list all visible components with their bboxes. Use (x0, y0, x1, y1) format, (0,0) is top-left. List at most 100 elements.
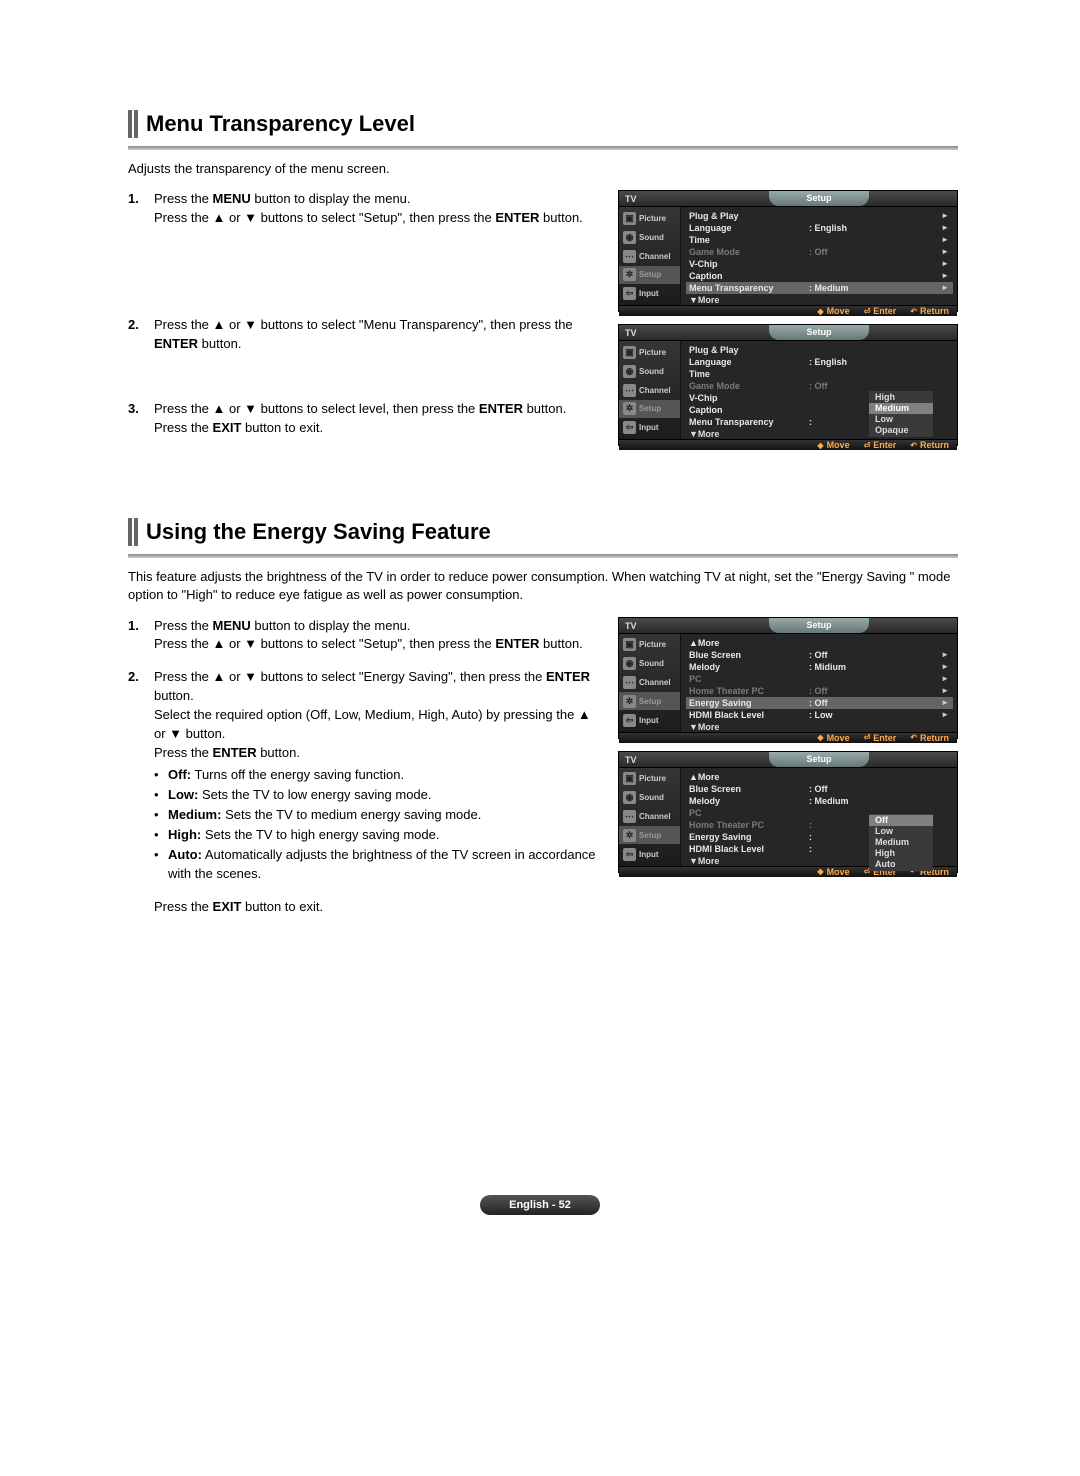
osd-option: Medium (869, 837, 933, 848)
osd-row: Melody: Medium (689, 795, 953, 807)
steps-list: 1.Press the MENU button to display the m… (128, 190, 604, 438)
osd-sidebar: ▣Picture◉Sound⋯Channel✲Setup⇦Input (619, 207, 681, 305)
osd-dropdown: HighMediumLowOpaque (869, 391, 933, 437)
title-bars-icon (128, 110, 138, 138)
chevron-right-icon: ► (941, 234, 949, 246)
osd-screenshot-3: TVSetup▣Picture◉Sound⋯Channel✲Setup⇦Inpu… (618, 617, 958, 739)
enter-icon: ⏎ (864, 733, 871, 742)
osd-row: Time (689, 368, 953, 380)
osd-side-icon: ▣ (623, 346, 636, 359)
step-number: 2. (128, 668, 154, 916)
osd-side-item: ⋯Channel (619, 674, 680, 692)
osd-more: ▼More (689, 722, 953, 732)
osd-side-icon: ▣ (623, 772, 636, 785)
osd-option: High (869, 848, 933, 859)
osd-side-item: ◉Sound (619, 228, 680, 246)
osd-side-item: ⋯Channel (619, 381, 680, 399)
osd-row: Game Mode: Off► (689, 246, 953, 258)
osd-row: Menu Transparency: Medium► (686, 282, 953, 294)
osd-row: Language: English► (689, 222, 953, 234)
section-description: This feature adjusts the brightness of t… (128, 568, 958, 604)
modes-list: Off: Turns off the energy saving functio… (154, 766, 604, 883)
osd-more: ▼More (689, 295, 953, 305)
return-icon: ↶ (910, 733, 917, 742)
osd-option: Off (869, 815, 933, 826)
chevron-right-icon: ► (941, 661, 949, 673)
osd-main: Plug & Play►Language: English►Time►Game … (681, 207, 957, 305)
step-text: Press the ▲ or ▼ buttons to select "Menu… (154, 316, 604, 386)
osd-row: Plug & Play (689, 344, 953, 356)
section-description: Adjusts the transparency of the menu scr… (128, 160, 958, 178)
osd-row: Caption► (689, 270, 953, 282)
osd-sidebar: ▣Picture◉Sound⋯Channel✲Setup⇦Input (619, 341, 681, 439)
updown-icon: ◆ (817, 441, 823, 450)
title-underline (128, 146, 958, 150)
mode-item: High: Sets the TV to high energy saving … (154, 826, 604, 845)
chevron-right-icon: ► (941, 210, 949, 222)
osd-side-icon: ⇦ (623, 848, 636, 861)
osd-side-item: ◉Sound (619, 362, 680, 380)
osd-footer: ◆Move⏎Enter↶Return (619, 732, 957, 743)
step-text: Press the ▲ or ▼ buttons to select level… (154, 400, 604, 438)
osd-side-icon: ⋯ (623, 384, 636, 397)
step-text: Press the MENU button to display the men… (154, 190, 604, 302)
osd-row: Language: English (689, 356, 953, 368)
chevron-right-icon: ► (941, 222, 949, 234)
step-number: 2. (128, 316, 154, 386)
osd-side-item: ▣Picture (619, 770, 680, 788)
return-icon: ↶ (910, 307, 917, 316)
osd-side-item: ▣Picture (619, 344, 680, 362)
osd-row: Energy Saving: Off► (686, 697, 953, 709)
osd-row: V-Chip► (689, 258, 953, 270)
enter-icon: ⏎ (864, 307, 871, 316)
mode-item: Low: Sets the TV to low energy saving mo… (154, 786, 604, 805)
osd-tv-label: TV (619, 618, 681, 633)
osd-side-item: ⇦Input (619, 845, 680, 863)
osd-option: Medium (869, 403, 933, 414)
osd-tab: Setup (769, 752, 869, 767)
osd-option: Opaque (869, 425, 933, 436)
section-title-transparency: Menu Transparency Level (128, 110, 958, 138)
osd-side-item: ◉Sound (619, 655, 680, 673)
updown-icon: ◆ (817, 307, 823, 316)
mode-item: Off: Turns off the energy saving functio… (154, 766, 604, 785)
enter-icon: ⏎ (864, 441, 871, 450)
chevron-right-icon: ► (941, 270, 949, 282)
osd-side-icon: ◉ (623, 231, 636, 244)
osd-side-icon: ✲ (623, 402, 636, 415)
osd-row: Blue Screen: Off (689, 783, 953, 795)
osd-side-item: ⋯Channel (619, 808, 680, 826)
osd-footer: ◆Move⏎Enter↶Return (619, 305, 957, 316)
mode-item: Auto: Automatically adjusts the brightne… (154, 846, 604, 884)
osd-side-icon: ⋯ (623, 676, 636, 689)
step-text: Press the MENU button to display the men… (154, 617, 604, 655)
osd-side-icon: ✲ (623, 695, 636, 708)
chevron-right-icon: ► (941, 697, 949, 709)
osd-side-icon: ⋯ (623, 250, 636, 263)
osd-option: High (869, 392, 933, 403)
osd-side-icon: ◉ (623, 365, 636, 378)
page-footer: English - 52 (0, 1195, 1080, 1215)
exit-instruction: Press the EXIT button to exit. (154, 898, 604, 917)
osd-side-icon: ✲ (623, 268, 636, 281)
mode-item: Medium: Sets the TV to medium energy sav… (154, 806, 604, 825)
osd-side-icon: ⇦ (623, 287, 636, 300)
osd-side-icon: ◉ (623, 791, 636, 804)
osd-side-item: ⇦Input (619, 419, 680, 437)
osd-footer: ◆Move⏎Enter↶Return (619, 439, 957, 450)
osd-side-icon: ⇦ (623, 714, 636, 727)
osd-row: Blue Screen: Off► (689, 649, 953, 661)
osd-main: Plug & PlayLanguage: EnglishTimeGame Mod… (681, 341, 957, 439)
osd-row: Time► (689, 234, 953, 246)
updown-icon: ◆ (817, 867, 823, 876)
osd-side-icon: ◉ (623, 657, 636, 670)
osd-side-icon: ⋯ (623, 810, 636, 823)
updown-icon: ◆ (817, 733, 823, 742)
steps-list: 1.Press the MENU button to display the m… (128, 617, 604, 917)
step-number: 1. (128, 190, 154, 302)
osd-tab: Setup (769, 618, 869, 633)
osd-tv-label: TV (619, 752, 681, 767)
osd-option: Low (869, 826, 933, 837)
chevron-right-icon: ► (941, 649, 949, 661)
osd-side-item: ✲Setup (619, 266, 680, 284)
